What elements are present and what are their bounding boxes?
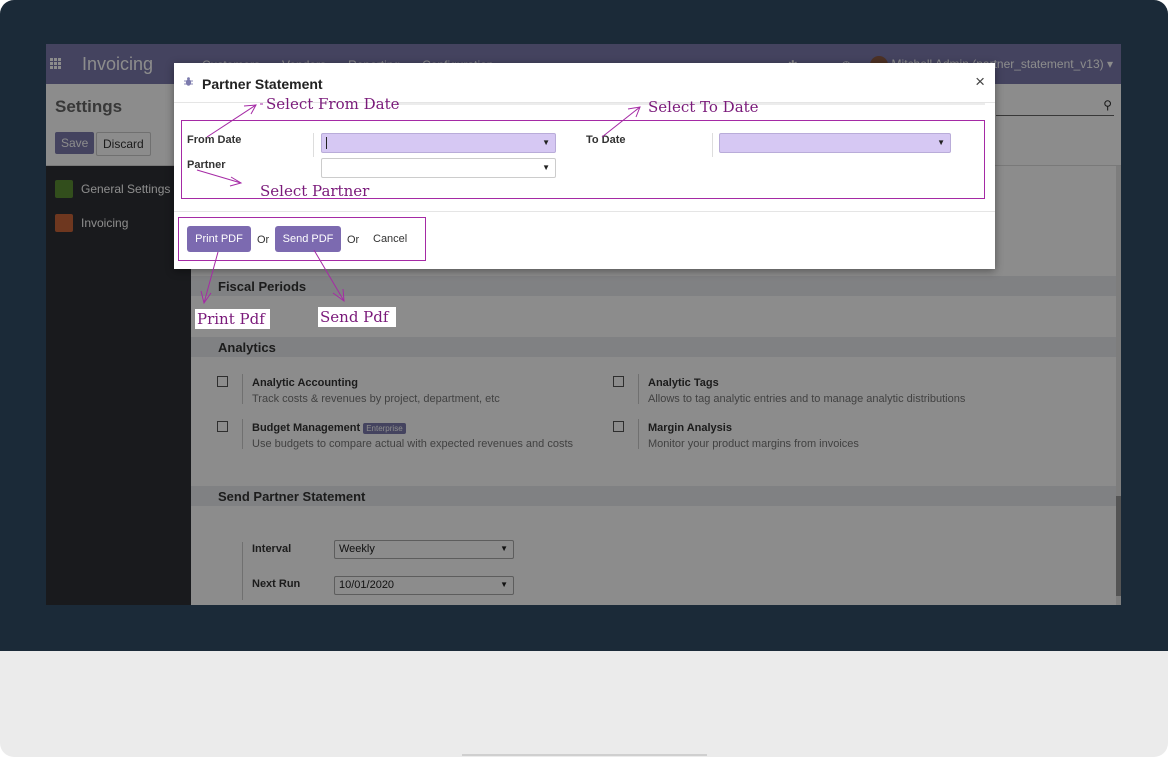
annotation-select-from-date: Select From Date [266,95,400,113]
annotation-select-partner: Select Partner [260,182,370,200]
annotation-send-pdf: Send Pdf [318,307,396,327]
modal-title: Partner Statement [202,76,323,92]
annotation-print-pdf: Print Pdf [195,309,270,329]
device-frame: Invoicing Customers Vendors Reporting Co… [0,0,1168,757]
bug-icon [184,77,193,86]
highlight-buttons-box [178,217,426,261]
modal-footer-divider [174,211,995,212]
device-base [462,754,707,756]
close-icon[interactable]: × [975,72,985,92]
annotation-select-to-date: Select To Date [648,98,759,116]
